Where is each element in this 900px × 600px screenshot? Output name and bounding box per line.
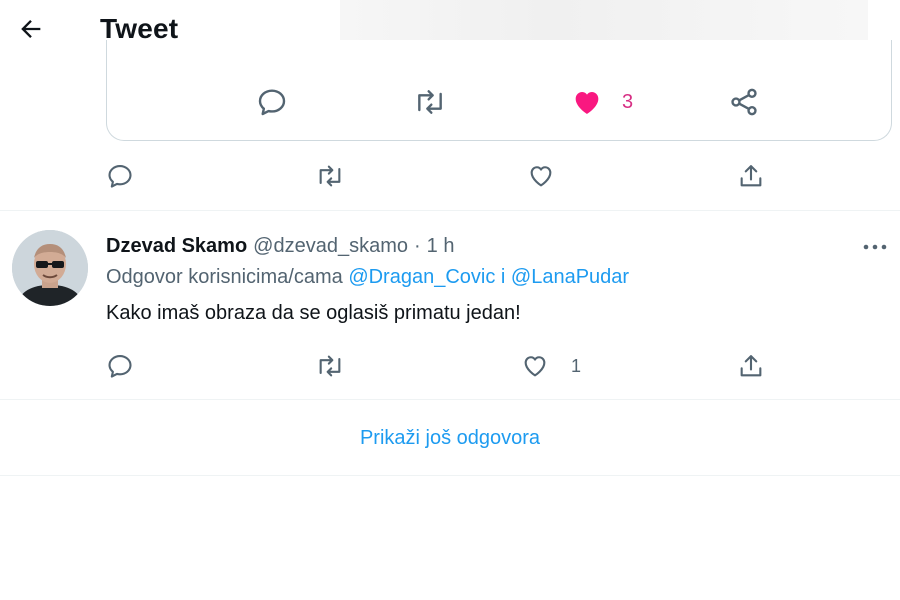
reply-tweet-actions: 1 [0, 352, 900, 386]
tweet-text: Kako imaš obraza da se oglasiš primatu j… [106, 302, 521, 324]
share-button[interactable] [737, 352, 765, 380]
mention-link[interactable]: @LanaPudar [511, 266, 629, 288]
timestamp[interactable]: 1 h [427, 235, 455, 258]
main-tweet-actions [0, 160, 900, 194]
retweet-button[interactable] [314, 352, 346, 380]
reply-icon [258, 89, 286, 116]
share-icon [740, 355, 762, 377]
tweet-author-row: Dzevad Skamo @dzevad_skamo · 1 h [106, 232, 454, 260]
like-icon [524, 356, 546, 377]
quoted-like-button[interactable]: 3 [570, 86, 633, 118]
share-icon [740, 165, 762, 187]
like-icon-filled [575, 92, 599, 114]
quoted-reply-button[interactable] [256, 86, 288, 118]
back-button[interactable] [14, 12, 48, 46]
divider [0, 475, 900, 476]
like-button[interactable]: 1 [521, 352, 581, 380]
like-button[interactable] [527, 162, 555, 190]
quoted-retweet-button[interactable] [412, 86, 448, 118]
retweet-button[interactable] [314, 162, 346, 190]
reply-icon [108, 355, 132, 378]
user-handle[interactable]: @dzevad_skamo [253, 235, 408, 258]
retweet-icon [418, 90, 442, 114]
divider [0, 399, 900, 400]
mention-link[interactable]: @Dragan_Covic [348, 266, 495, 288]
reply-button[interactable] [106, 162, 134, 190]
quoted-like-count: 3 [622, 90, 634, 113]
avatar-photo [12, 230, 88, 306]
like-count: 1 [571, 355, 582, 376]
show-more-replies-link[interactable]: Prikaži još odgovora [0, 402, 900, 474]
share-button[interactable] [737, 162, 765, 190]
separator-dot: · [414, 234, 421, 257]
more-options-button[interactable] [862, 240, 888, 258]
reply-icon [108, 165, 132, 188]
quoted-share-button[interactable] [728, 86, 760, 118]
share-nodes-icon [731, 88, 757, 116]
avatar[interactable] [12, 230, 88, 306]
retweet-icon [319, 355, 341, 377]
replying-to-line: Odgovor korisnicima/cama @Dragan_Covic i… [106, 266, 629, 289]
back-arrow-icon [21, 20, 41, 38]
like-icon [530, 166, 552, 187]
retweet-icon [319, 165, 341, 187]
more-icon [863, 244, 887, 250]
quoted-tweet-card[interactable] [106, 40, 892, 141]
mention-joiner: i [500, 266, 506, 288]
reply-button[interactable] [106, 352, 134, 380]
display-name[interactable]: Dzevad Skamo [106, 235, 247, 258]
reply-tweet[interactable]: Dzevad Skamo @dzevad_skamo · 1 h Odgovor… [0, 212, 900, 398]
divider [0, 210, 900, 211]
replying-prefix: Odgovor korisnicima/cama [106, 266, 343, 288]
